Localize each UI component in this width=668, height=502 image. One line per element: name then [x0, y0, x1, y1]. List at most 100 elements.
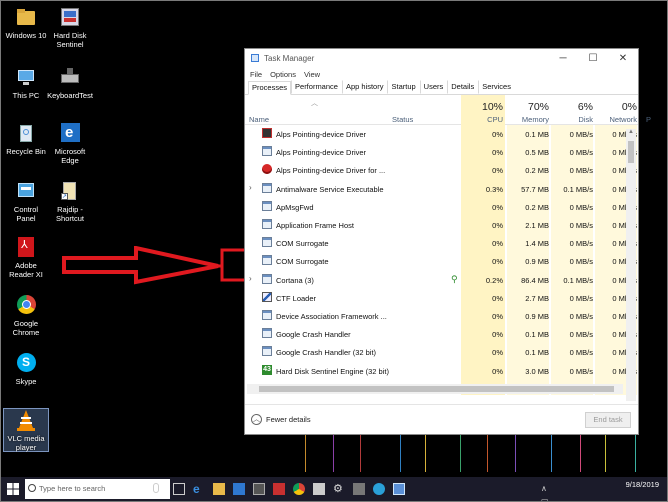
chrome-icon: [15, 294, 37, 316]
desktop-icon-vlc-media-player[interactable]: VLC media player: [3, 408, 49, 452]
chrome-taskbar-icon[interactable]: [293, 483, 305, 495]
photos-icon[interactable]: [353, 483, 365, 495]
process-row[interactable]: Alps Pointing-device Driver 0% 0.5 MB 0 MB/…: [245, 143, 637, 161]
hscroll-thumb[interactable]: [259, 386, 614, 392]
tray-icons[interactable]: ∧ ▭ ♪: [541, 483, 553, 502]
process-name: COM Surrogate: [276, 239, 329, 249]
memory-value: 0.5 MB: [525, 148, 549, 158]
column-network[interactable]: Network: [595, 115, 637, 124]
edge-taskbar-icon[interactable]: e: [193, 483, 205, 495]
memory-value: 3.0 MB: [525, 366, 549, 376]
tab-users[interactable]: Users: [419, 80, 448, 94]
expand-chevron-icon[interactable]: ›: [249, 274, 252, 283]
desktop-icon-microsoft-edge[interactable]: e Microsoft Edge: [44, 122, 96, 165]
recycle-bin-icon: [15, 122, 37, 144]
disk-value: 0 MB/s: [569, 166, 593, 176]
store-icon[interactable]: [233, 483, 245, 495]
desktop-icon-label: Skype: [15, 377, 37, 386]
desktop-icon-adobe-reader[interactable]: ⅄ Adobe Reader XI: [0, 236, 52, 279]
mail-icon[interactable]: [253, 483, 265, 495]
process-row[interactable]: Alps Pointing-device Driver for ... 0% 0.2…: [245, 161, 637, 179]
disk-value: 0 MB/s: [569, 148, 593, 158]
maximize-button[interactable]: ☐: [578, 53, 608, 64]
settings-gear-icon[interactable]: ⚙: [333, 483, 345, 495]
windows-start-icon[interactable]: [7, 483, 19, 495]
tab-startup[interactable]: Startup: [387, 80, 419, 94]
adobe-reader-icon: ⅄: [15, 236, 37, 258]
alps-apple-icon: [262, 164, 272, 175]
keyboard-taskbar-icon[interactable]: [313, 483, 325, 495]
menu-options[interactable]: Options: [270, 70, 296, 79]
memory-value: 0.1 MB: [525, 348, 549, 358]
desktop-icon-label: Adobe Reader XI: [9, 261, 43, 279]
desktop-icon-keyboardtest[interactable]: KeyboardTest: [44, 66, 96, 100]
keyboard-icon: [59, 66, 81, 88]
app-taskbar-icon[interactable]: [273, 483, 285, 495]
column-status[interactable]: Status: [392, 115, 413, 124]
minimize-button[interactable]: ─: [548, 53, 578, 64]
app2-taskbar-icon[interactable]: [373, 483, 385, 495]
column-disk[interactable]: Disk: [551, 115, 593, 124]
desktop-icon-hard-disk-sentinel[interactable]: Hard Disk Sentinel: [44, 6, 96, 49]
task-view-icon[interactable]: [173, 483, 185, 495]
microphone-icon[interactable]: [153, 483, 159, 493]
cpu-value: 0%: [492, 257, 503, 267]
memory-value: 0.9 MB: [525, 312, 549, 321]
menu-file[interactable]: File: [250, 70, 262, 79]
cpu-value: 0.2%: [485, 275, 503, 285]
desktop-icon-rajdip-shortcut[interactable]: ↗ Rajdip - Shortcut: [44, 180, 96, 223]
process-row[interactable]: COM Surrogate 0% 1.4 MB 0 MB/s 0 Mbps: [245, 234, 637, 252]
column-memory[interactable]: Memory: [507, 115, 549, 124]
column-header: ︿ Name Status 10% CPU 70% Memory 6% Disk…: [245, 95, 651, 125]
process-row[interactable]: Google Crash Handler 0% 0.1 MB 0 MB/s 0 Mbps: [245, 325, 637, 343]
process-row[interactable]: Google Crash Handler (32 bit) 0% 0.1 MB 0 M…: [245, 343, 637, 361]
tab-details[interactable]: Details: [447, 80, 478, 94]
scroll-thumb[interactable]: [628, 141, 634, 163]
app-window-icon: [262, 182, 272, 193]
system-clock[interactable]: 9/18/2019: [626, 480, 659, 489]
process-name: ApMsgFwd: [276, 202, 314, 212]
cpu-value: 0%: [492, 348, 503, 358]
column-power[interactable]: P: [646, 115, 651, 124]
close-button[interactable]: ✕: [608, 53, 638, 64]
expand-chevron-icon[interactable]: ›: [249, 183, 252, 192]
process-row[interactable]: CTF Loader 0% 2.7 MB 0 MB/s 0 Mbps: [245, 289, 637, 307]
memory-value: 0.1 MB: [525, 130, 549, 139]
end-task-button[interactable]: End task: [585, 412, 631, 428]
menu-view[interactable]: View: [304, 70, 320, 79]
process-row[interactable]: Alps Pointing-device Driver 0% 0.1 MB 0 MB/…: [245, 125, 637, 143]
vertical-scrollbar[interactable]: ▲: [626, 129, 636, 401]
tab-processes[interactable]: Processes: [248, 81, 292, 95]
desktop-icon-skype[interactable]: S Skype: [0, 352, 52, 386]
process-row[interactable]: COM Surrogate 0% 0.9 MB 0 MB/s 0 Mbps: [245, 252, 637, 270]
desktop-icon-label: Rajdip - Shortcut: [56, 205, 84, 223]
task-manager-taskbar-icon[interactable]: [393, 483, 405, 495]
process-row[interactable]: › Antimalware Service Executable 0.3% 57.7 …: [245, 180, 637, 198]
chevron-up-icon: ︿: [251, 414, 262, 425]
process-row[interactable]: Application Frame Host 0% 2.1 MB 0 MB/s 0 Mb…: [245, 216, 637, 234]
memory-value: 0.9 MB: [525, 257, 549, 267]
process-row[interactable]: 43 Hard Disk Sentinel Engine (32 bit) 0% 3.…: [245, 362, 637, 380]
disk-value: 0 MB/s: [569, 239, 593, 249]
horizontal-scrollbar[interactable]: [247, 384, 623, 394]
process-name: Hard Disk Sentinel Engine (32 bit): [276, 366, 389, 376]
column-name[interactable]: Name: [249, 115, 269, 124]
process-row[interactable]: Device Association Framework ... 0% 0.9 MB…: [245, 307, 637, 325]
edge-icon: e: [59, 122, 81, 144]
file-explorer-icon[interactable]: [213, 483, 225, 495]
disk-percent: 6%: [577, 101, 593, 113]
process-row[interactable]: ApMsgFwd 0% 0.2 MB 0 MB/s 0 Mbps: [245, 198, 637, 216]
desktop-icon-google-chrome[interactable]: Google Chrome: [0, 294, 52, 337]
column-cpu[interactable]: CPU: [461, 115, 503, 124]
scroll-up-icon[interactable]: ▲: [626, 129, 636, 139]
tab-services[interactable]: Services: [478, 80, 515, 94]
tab-performance[interactable]: Performance: [291, 80, 342, 94]
fewer-details-button[interactable]: ︿ Fewer details: [251, 414, 311, 425]
tab-app-history[interactable]: App history: [341, 80, 388, 94]
tab-bar: Processes Performance App history Startu…: [245, 80, 638, 95]
memory-value: 1.4 MB: [525, 239, 549, 249]
app-window-icon: [262, 255, 272, 266]
process-row[interactable]: › Cortana (3) ⚲ 0.2% 86.4 MB 0.1 MB/s 0 Mbps: [245, 271, 637, 289]
shortcut-folder-icon: ↗: [59, 180, 81, 202]
taskbar-search-box[interactable]: Type here to search: [25, 479, 170, 499]
